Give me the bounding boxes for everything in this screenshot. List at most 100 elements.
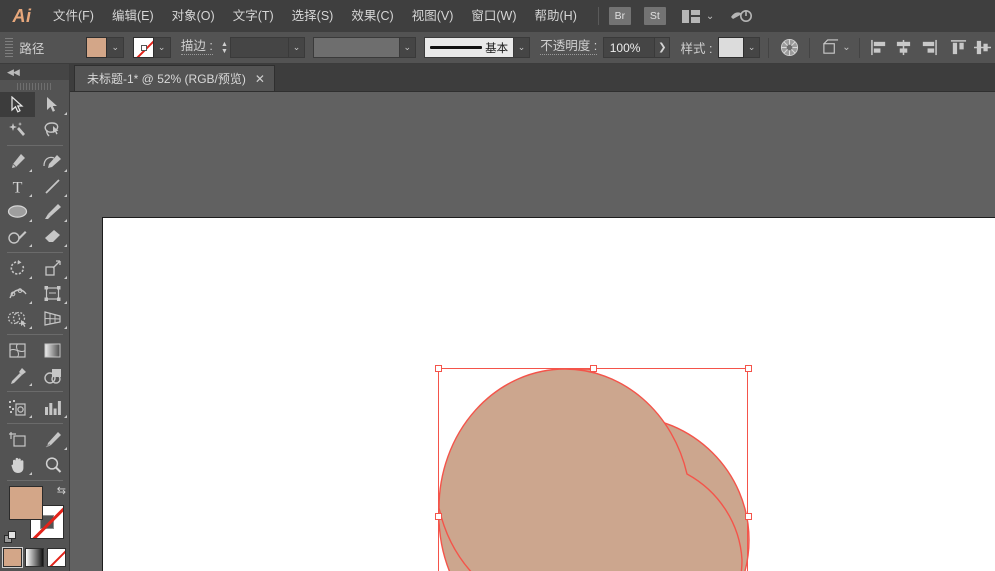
swap-fill-stroke-icon[interactable]: ⇆ (57, 484, 66, 497)
stroke-weight-stepper[interactable]: ▲ ▼ (218, 37, 230, 58)
fill-swatch[interactable] (86, 37, 107, 58)
align-vertical-center-icon[interactable] (971, 36, 995, 60)
tools-divider-4 (7, 391, 63, 392)
slice-tool[interactable] (35, 427, 70, 452)
graphic-style-swatch[interactable] (718, 37, 744, 58)
column-graph-tool[interactable] (35, 395, 70, 420)
width-tool[interactable] (0, 281, 35, 306)
object-type-label: 路径 (19, 38, 86, 57)
transform-panel-icon[interactable] (818, 36, 842, 60)
close-icon[interactable]: ✕ (255, 74, 265, 84)
tools-grid: T (0, 92, 70, 477)
align-horizontal-center-icon[interactable] (892, 36, 916, 60)
artboard-tool[interactable] (0, 427, 35, 452)
mesh-tool[interactable] (0, 338, 35, 363)
document-tab-title: 未标题-1* @ 52% (RGB/预览) (87, 70, 246, 87)
line-segment-tool[interactable] (35, 174, 70, 199)
stepper-down-icon: ▼ (221, 48, 228, 55)
handle-middle-right[interactable] (745, 513, 752, 520)
scale-tool[interactable] (35, 256, 70, 281)
symbol-sprayer-tool[interactable] (0, 395, 35, 420)
eyedropper-tool[interactable] (0, 363, 35, 388)
stroke-weight-label[interactable]: 描边 : (181, 40, 213, 55)
brush-definition-label: 基本 (485, 40, 508, 56)
variable-width-chevron-icon[interactable]: ⌄ (400, 37, 416, 58)
menu-effect[interactable]: 效果(C) (342, 0, 402, 32)
shaper-tool[interactable] (0, 224, 35, 249)
default-fill-stroke-icon[interactable] (4, 531, 17, 544)
direct-selection-tool[interactable] (35, 92, 70, 117)
transform-chevron-down-icon[interactable]: ⌄ (842, 42, 850, 53)
recolor-artwork-icon[interactable] (777, 36, 801, 60)
free-transform-tool[interactable] (35, 281, 70, 306)
selection-tool[interactable] (0, 92, 35, 117)
gradient-mode-button[interactable] (25, 548, 44, 567)
control-bar-grip[interactable] (5, 38, 13, 58)
graphic-style-chevron-icon[interactable]: ⌄ (744, 37, 760, 58)
arrange-documents-button[interactable]: ⌄ (682, 10, 714, 23)
paintbrush-tool[interactable] (35, 199, 70, 224)
magic-wand-tool[interactable] (0, 117, 35, 142)
tools-divider-5 (7, 423, 63, 424)
shape-builder-tool[interactable] (0, 306, 35, 331)
blend-tool[interactable] (35, 363, 70, 388)
color-mode-button[interactable] (3, 548, 22, 567)
opacity-label[interactable]: 不透明度 : (540, 40, 597, 55)
control-bar-divider-2 (809, 38, 810, 58)
curvature-tool[interactable] (35, 149, 70, 174)
fill-dropdown-chevron-icon[interactable]: ⌄ (107, 37, 124, 58)
tools-panel-grip[interactable] (0, 80, 69, 92)
stock-button[interactable]: St (644, 7, 666, 25)
eraser-tool[interactable] (35, 224, 70, 249)
type-tool[interactable]: T (0, 174, 35, 199)
align-top-icon[interactable] (947, 36, 971, 60)
lasso-tool[interactable] (35, 117, 70, 142)
menu-window[interactable]: 窗口(W) (462, 0, 525, 32)
stroke-color-control[interactable]: ⌄ (133, 37, 171, 58)
document-tab[interactable]: 未标题-1* @ 52% (RGB/预览) ✕ (74, 65, 275, 91)
hand-tool[interactable] (0, 452, 35, 477)
brush-definition-preview[interactable]: 基本 (424, 37, 514, 58)
tools-divider-2 (7, 252, 63, 253)
control-bar: 路径 ⌄ ⌄ 描边 : ▲ ▼ ⌄ ⌄ 基 (0, 32, 995, 64)
stroke-dropdown-chevron-icon[interactable]: ⌄ (154, 37, 171, 58)
stroke-weight-chevron-icon[interactable]: ⌄ (289, 37, 305, 58)
menu-file[interactable]: 文件(F) (44, 0, 103, 32)
handle-top-right[interactable] (745, 365, 752, 372)
gradient-tool[interactable] (35, 338, 70, 363)
zoom-tool[interactable] (35, 452, 70, 477)
menu-help[interactable]: 帮助(H) (526, 0, 586, 32)
opacity-input[interactable]: 100% (603, 37, 656, 58)
menu-view[interactable]: 视图(V) (403, 0, 463, 32)
artboard[interactable] (102, 217, 995, 571)
menu-edit[interactable]: 编辑(E) (103, 0, 163, 32)
perspective-grid-tool[interactable] (35, 306, 70, 331)
handle-top-left[interactable] (435, 365, 442, 372)
tools-panel-collapse-button[interactable]: ◀◀ (0, 64, 69, 80)
bridge-button[interactable]: Br (609, 7, 631, 25)
creative-cloud-sync-icon[interactable] (730, 8, 752, 24)
paint-mode-buttons (0, 548, 69, 567)
rotate-tool[interactable] (0, 256, 35, 281)
svg-text:T: T (13, 180, 23, 196)
opacity-expand-icon[interactable]: ❯ (655, 37, 670, 58)
brush-definition-chevron-icon[interactable]: ⌄ (514, 37, 530, 58)
menu-type[interactable]: 文字(T) (224, 0, 283, 32)
stroke-weight-input[interactable] (230, 37, 289, 58)
fill-control[interactable]: ⌄ (86, 37, 124, 58)
stroke-swatch-none[interactable] (133, 37, 154, 58)
variable-width-profile-input[interactable] (313, 37, 400, 58)
document-tab-bar: 未标题-1* @ 52% (RGB/预览) ✕ (0, 64, 995, 92)
handle-top-center[interactable] (590, 365, 597, 372)
menu-select[interactable]: 选择(S) (283, 0, 343, 32)
menu-object[interactable]: 对象(O) (163, 0, 224, 32)
menu-bar: Ai 文件(F) 编辑(E) 对象(O) 文字(T) 选择(S) 效果(C) 视… (0, 0, 995, 32)
handle-middle-left[interactable] (435, 513, 442, 520)
align-right-icon[interactable] (916, 36, 940, 60)
align-left-icon[interactable] (868, 36, 892, 60)
pen-tool[interactable] (0, 149, 35, 174)
ellipse-tool[interactable] (0, 199, 35, 224)
toolbar-fill-swatch[interactable] (9, 486, 43, 520)
canvas-area[interactable] (70, 92, 995, 571)
none-mode-button[interactable] (47, 548, 66, 567)
